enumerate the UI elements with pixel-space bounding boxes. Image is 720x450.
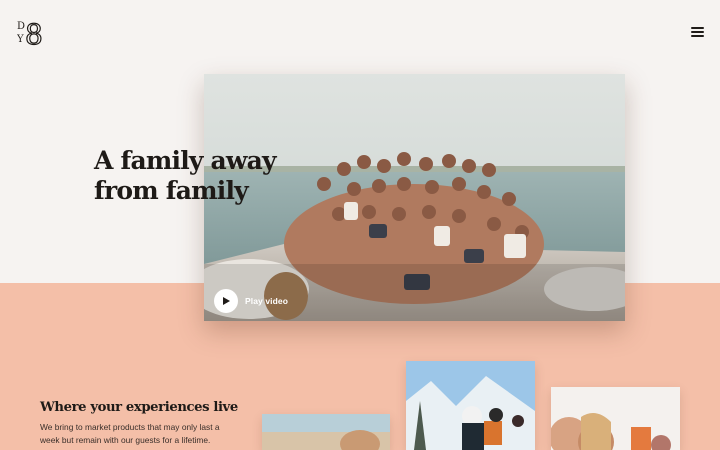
play-video-button[interactable]: Play video [214,289,288,313]
selfie-photo-thumbnail[interactable] [551,387,680,450]
beach-photo-thumbnail[interactable] [262,414,390,450]
experiences-title: Where your experiences live [40,400,238,415]
svg-text:D: D [17,21,25,32]
svg-text:Y: Y [17,34,24,45]
hamburger-menu-icon[interactable] [691,27,704,38]
hero-title-line-2: from family [94,176,249,205]
ski-photo-thumbnail[interactable] [406,361,535,450]
svg-text:8: 8 [25,18,43,48]
hero-title-line-1: A family away [94,146,277,175]
brand-logo-icon[interactable]: D Y 8 [16,16,49,51]
experiences-body: We bring to market products that may onl… [40,422,220,445]
play-icon[interactable] [214,289,238,313]
play-video-label[interactable]: Play video [245,296,288,306]
hero-title: A family away from family [94,146,294,206]
